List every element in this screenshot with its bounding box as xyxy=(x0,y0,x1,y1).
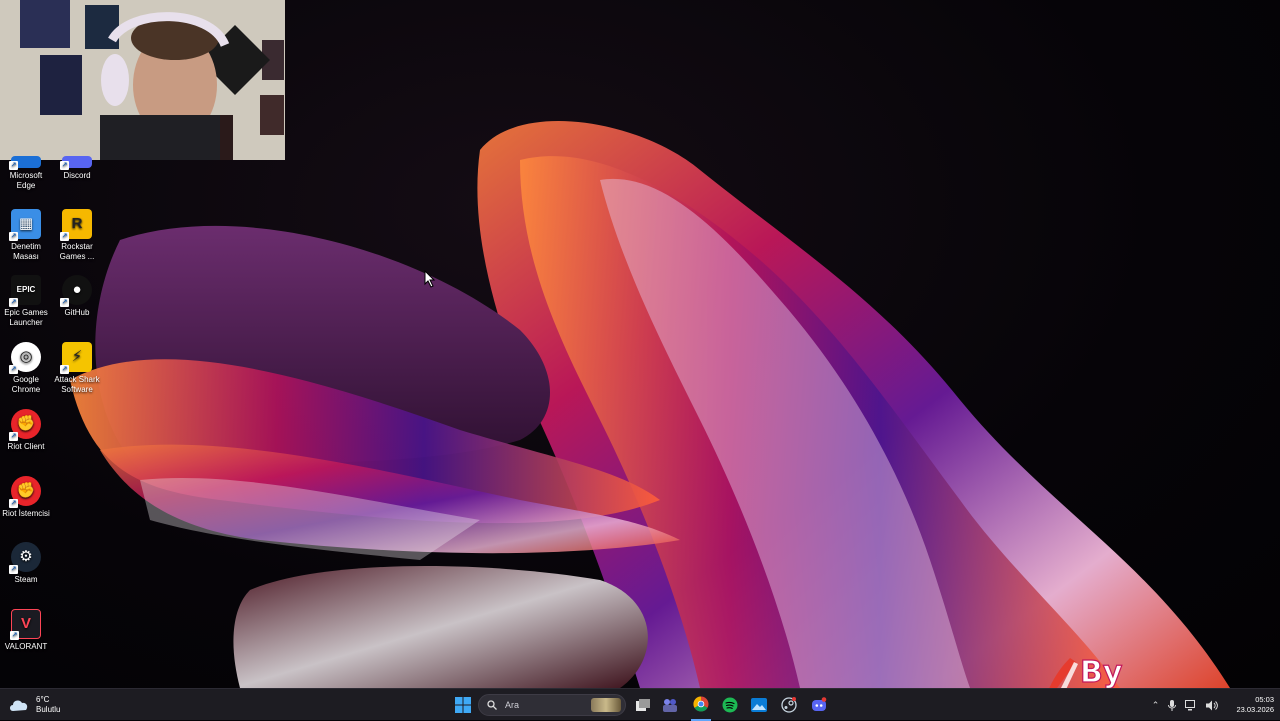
mouse-cursor-icon xyxy=(424,270,436,288)
volume-icon[interactable] xyxy=(1206,700,1219,711)
spotify-icon xyxy=(722,697,738,713)
shortcut-arrow-icon: ↗ xyxy=(9,298,18,308)
valorant-icon: V ↗ xyxy=(10,608,41,640)
desktop-icon-label: Discord xyxy=(63,171,91,180)
chrome-icon xyxy=(693,696,709,712)
desktop-icon-epic-games-launcher[interactable]: EPIC ↗ Epic Games Launcher xyxy=(0,275,52,328)
weather-widget[interactable]: 6°C Bulutlu xyxy=(8,689,88,721)
chrome-icon: ◎ ↗ xyxy=(9,342,41,375)
desktop-icon-riot-client[interactable]: ✊ ↗ Riot Client xyxy=(0,408,52,452)
riot-icon: ✊ ↗ xyxy=(9,408,41,441)
system-tray: ⌃ xyxy=(1140,689,1230,721)
desktop-icon-label: Steam xyxy=(14,575,38,585)
shortcut-arrow-icon: ↗ xyxy=(60,365,69,375)
shortcut-arrow-icon: ↗ xyxy=(60,231,69,241)
desktop-icon-valorant[interactable]: V ↗ VALORANT xyxy=(0,608,52,652)
desktop-icon-github[interactable]: ● ↗ GitHub xyxy=(51,275,103,318)
shortcut-arrow-icon: ↗ xyxy=(9,431,18,441)
shortcut-arrow-icon: ↗ xyxy=(9,498,18,508)
discord-icon xyxy=(812,697,827,711)
shortcut-arrow-icon: ↗ xyxy=(9,565,18,575)
taskbar-discord[interactable] xyxy=(809,689,829,721)
show-hidden-icons-chevron-icon[interactable]: ⌃ xyxy=(1152,700,1160,711)
shortcut-arrow-icon: ↗ xyxy=(9,365,18,375)
watermark-text: By xyxy=(1080,655,1123,688)
desktop-icon-label: Attack Shark Software xyxy=(54,375,100,395)
shortcut-arrow-icon: ↗ xyxy=(9,161,18,170)
shortcut-arrow-icon: ↗ xyxy=(9,231,18,241)
task-view-icon xyxy=(636,699,650,711)
start-button[interactable] xyxy=(452,689,474,721)
clock-date: 23.03.2026 xyxy=(1236,705,1274,714)
desktop-icon-label: Microsoft Edge xyxy=(9,171,43,190)
desktop-icon-attack-shark-software[interactable]: ⚡ ↗ Attack Shark Software xyxy=(51,342,103,395)
windows-start-icon xyxy=(455,697,471,713)
desktop-icon-steam[interactable]: ⚙ ↗ Steam xyxy=(0,542,52,585)
channel-logo-watermark: By xyxy=(1049,654,1123,688)
clock-time: 05:03 xyxy=(1255,695,1274,704)
desktop-icon-label: VALORANT xyxy=(4,641,48,651)
github-icon: ● ↗ xyxy=(60,275,92,308)
desktop-icon-google-chrome[interactable]: ◎ ↗ Google Chrome xyxy=(0,342,52,395)
taskbar-file-explorer[interactable] xyxy=(634,689,652,721)
desktop-icon-denetim-masası[interactable]: ▦ ↗ Denetim Masası xyxy=(0,208,52,262)
taskbar-clock[interactable]: 05:03 23.03.2026 xyxy=(1226,689,1274,721)
steam-icon: ⚙ ↗ xyxy=(9,542,41,575)
desktop-icon-discord[interactable]: ↗ Discord xyxy=(51,156,103,181)
search-icon xyxy=(487,700,497,710)
attack-shark-icon: ⚡ ↗ xyxy=(60,342,92,375)
search-placeholder: Ara xyxy=(505,700,520,710)
desktop-icon-rockstar-games[interactable]: R ↗ Rockstar Games ... xyxy=(51,208,103,262)
desktop-icon-label: Riot Client xyxy=(7,441,45,451)
edge-icon: ↗ xyxy=(9,156,41,170)
epic-games-icon: EPIC ↗ xyxy=(9,275,41,308)
rockstar-icon: R ↗ xyxy=(60,208,92,241)
discord-icon: ↗ xyxy=(60,156,92,170)
desktop-icon-riot-i-stemcisi[interactable]: ✊ ↗ Riot İstemcisi xyxy=(0,475,52,519)
search-highlight-icon xyxy=(591,698,621,712)
steam-icon xyxy=(781,697,797,713)
webcam-overlay xyxy=(0,0,285,160)
shortcut-arrow-icon: ↗ xyxy=(10,630,19,640)
taskbar-chrome[interactable] xyxy=(691,689,711,721)
desktop-icon-label: Epic Games Launcher xyxy=(4,308,48,328)
desktop[interactable]: ↗ Microsoft Edge ↗ Discord ▦ ↗ Denetim Masası R… xyxy=(0,0,1280,688)
cloud-icon xyxy=(10,700,28,711)
microphone-icon[interactable] xyxy=(1168,699,1177,711)
photos-icon xyxy=(751,698,767,712)
desktop-icon-label: Denetim Masası xyxy=(11,241,41,261)
taskbar-photos[interactable] xyxy=(750,689,768,721)
network-icon[interactable] xyxy=(1185,699,1197,711)
desktop-icon-label: Rockstar Games ... xyxy=(59,241,95,261)
control-panel-icon: ▦ ↗ xyxy=(9,208,41,241)
shortcut-arrow-icon: ↗ xyxy=(60,161,69,170)
desktop-icon-label: Riot İstemcisi xyxy=(2,508,50,518)
weather-temperature: 6°C xyxy=(36,695,50,704)
desktop-icon-label: GitHub xyxy=(64,308,90,318)
taskbar-spotify[interactable] xyxy=(721,689,739,721)
taskbar-steam[interactable] xyxy=(779,689,799,721)
teams-icon xyxy=(663,699,677,712)
taskbar-search-box[interactable]: Ara xyxy=(478,694,626,716)
shortcut-arrow-icon: ↗ xyxy=(60,298,69,308)
riot-icon: ✊ ↗ xyxy=(9,475,41,508)
desktop-icon-microsoft-edge[interactable]: ↗ Microsoft Edge xyxy=(0,156,52,191)
streamer-webcam-image xyxy=(0,0,285,160)
taskbar: 6°C Bulutlu Ara ⌃ 05:03 23.03.2026 xyxy=(0,688,1280,721)
weather-condition: Bulutlu xyxy=(36,705,61,714)
desktop-icon-label: Google Chrome xyxy=(11,375,41,395)
taskbar-teams[interactable] xyxy=(661,689,679,721)
